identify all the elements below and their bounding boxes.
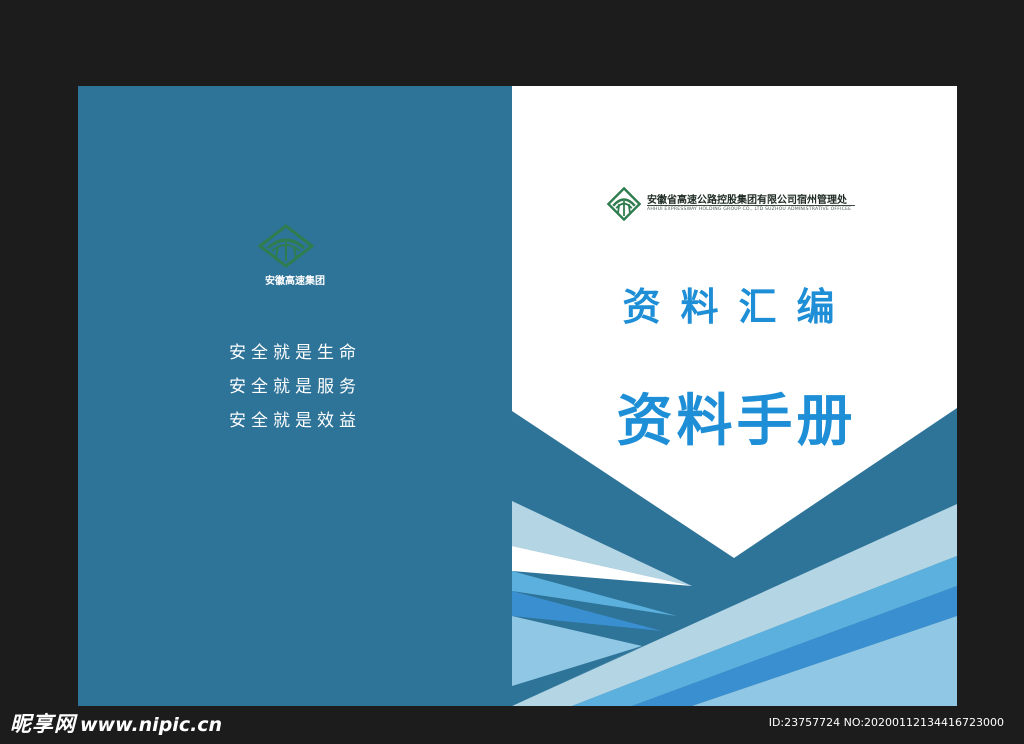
- decorative-wave-graphic: [512, 408, 957, 706]
- watermark-site-logo: 昵享网 www.nipic.cn: [10, 708, 222, 738]
- slogan-line: 安全就是效益: [229, 411, 361, 431]
- watermark-site-url: www.nipic.cn: [80, 714, 223, 736]
- slogan-line: 安全就是生命: [229, 343, 361, 363]
- brochure-spread: 安徽高速集团 安全就是生命 安全就是服务 安全就是效益 安徽省高速公路控股集团有…: [78, 86, 957, 706]
- front-cover: 安徽省高速公路控股集团有限公司宿州管理处 AHHUI EXPRESSWAY HO…: [512, 86, 957, 706]
- watermark-site-name: 昵享网: [10, 712, 76, 736]
- highway-bridge-logo-icon: [257, 224, 315, 268]
- slogan-list: 安全就是生命 安全就是服务 安全就是效益: [78, 336, 512, 438]
- watermark-image-id: ID:23757724 NO:20200112134416723000: [768, 716, 1004, 729]
- slogan-line: 安全就是服务: [229, 377, 361, 397]
- back-cover: 安徽高速集团 安全就是生命 安全就是服务 安全就是效益: [78, 86, 512, 706]
- back-brand-name: 安徽高速集团: [265, 276, 325, 287]
